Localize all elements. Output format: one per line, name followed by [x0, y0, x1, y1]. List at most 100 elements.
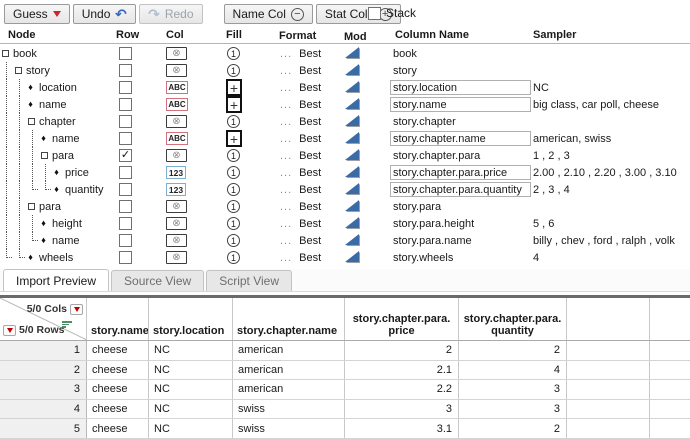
- column-name-input[interactable]: [390, 131, 531, 146]
- row-number[interactable]: 4: [0, 400, 87, 419]
- col-header-story-chapter-name[interactable]: story.chapter.name: [233, 298, 345, 340]
- col-type-icon[interactable]: [166, 234, 187, 247]
- col-type-icon[interactable]: [166, 200, 187, 213]
- fill-icon[interactable]: [227, 115, 240, 128]
- col-type-icon[interactable]: [166, 64, 187, 77]
- tree-node-cell[interactable]: wheels: [0, 249, 113, 266]
- tree-node-cell[interactable]: story: [0, 62, 113, 79]
- row-checkbox[interactable]: [119, 81, 132, 94]
- tree-node-cell[interactable]: chapter: [0, 113, 113, 130]
- col-type-icon[interactable]: [166, 98, 188, 111]
- modeling-type-icon[interactable]: [345, 64, 359, 75]
- row-checkbox[interactable]: [119, 98, 132, 111]
- format-options-button[interactable]: ...: [280, 48, 292, 60]
- format-options-button[interactable]: ...: [280, 65, 292, 77]
- row-number[interactable]: 3: [0, 380, 87, 399]
- tree-node-cell[interactable]: para: [0, 198, 113, 215]
- row-checkbox[interactable]: [119, 183, 132, 196]
- fill-icon[interactable]: [227, 64, 240, 77]
- tree-node-cell[interactable]: name: [0, 96, 113, 113]
- modeling-type-icon[interactable]: [345, 81, 359, 92]
- tree-node-cell[interactable]: height: [0, 215, 113, 232]
- columns-menu-button[interactable]: [70, 304, 83, 315]
- row-number[interactable]: 2: [0, 361, 87, 380]
- fill-icon[interactable]: [227, 149, 240, 162]
- fill-icon[interactable]: [226, 130, 242, 147]
- row-checkbox[interactable]: [119, 234, 132, 247]
- tab-script-view[interactable]: Script View: [206, 270, 292, 291]
- modeling-type-icon[interactable]: [345, 132, 359, 143]
- fill-icon[interactable]: [227, 183, 240, 196]
- fill-icon[interactable]: [226, 79, 242, 96]
- col-type-icon[interactable]: [166, 217, 187, 230]
- tab-import-preview[interactable]: Import Preview: [3, 269, 109, 291]
- tree-node-cell[interactable]: price: [0, 164, 113, 181]
- col-type-icon[interactable]: [166, 149, 187, 162]
- row-checkbox[interactable]: [119, 166, 132, 179]
- format-options-button[interactable]: ...: [280, 218, 292, 230]
- col-header-story-name[interactable]: story.name: [87, 298, 149, 340]
- format-options-button[interactable]: ...: [280, 82, 292, 94]
- col-header-price[interactable]: story.chapter.para. price: [345, 298, 459, 340]
- row-checkbox[interactable]: [119, 217, 132, 230]
- modeling-type-icon[interactable]: [345, 166, 359, 177]
- modeling-type-icon[interactable]: [345, 47, 359, 58]
- format-options-button[interactable]: ...: [280, 167, 292, 179]
- format-options-button[interactable]: ...: [280, 150, 292, 162]
- modeling-type-icon[interactable]: [345, 251, 359, 262]
- modeling-type-icon[interactable]: [345, 149, 359, 160]
- col-type-icon[interactable]: [166, 132, 188, 145]
- modeling-type-icon[interactable]: [345, 115, 359, 126]
- redo-button[interactable]: ↷ Redo: [139, 4, 202, 24]
- col-type-icon[interactable]: [166, 183, 186, 196]
- row-checkbox[interactable]: [119, 149, 132, 162]
- modeling-type-icon[interactable]: [345, 200, 359, 211]
- format-options-button[interactable]: ...: [280, 252, 292, 264]
- format-options-button[interactable]: ...: [280, 99, 292, 111]
- modeling-type-icon[interactable]: [345, 183, 359, 194]
- column-name-input[interactable]: [390, 165, 531, 180]
- tree-node-cell[interactable]: location: [0, 79, 113, 96]
- modeling-type-icon[interactable]: [345, 234, 359, 245]
- guess-button[interactable]: Guess: [4, 4, 70, 24]
- rows-menu-button[interactable]: [3, 325, 16, 336]
- tree-node-cell[interactable]: name: [0, 130, 113, 147]
- col-type-icon[interactable]: [166, 81, 188, 94]
- tree-node-cell[interactable]: book: [0, 45, 113, 62]
- col-type-icon[interactable]: [166, 166, 186, 179]
- col-type-icon[interactable]: [166, 47, 187, 60]
- stack-checkbox[interactable]: [368, 7, 381, 20]
- format-options-button[interactable]: ...: [280, 235, 292, 247]
- format-options-button[interactable]: ...: [280, 184, 292, 196]
- column-name-input[interactable]: [390, 182, 531, 197]
- col-header-quantity[interactable]: story.chapter.para. quantity: [459, 298, 567, 340]
- tab-source-view[interactable]: Source View: [111, 270, 204, 291]
- modeling-type-icon[interactable]: [345, 217, 359, 228]
- row-number[interactable]: 1: [0, 341, 87, 360]
- col-type-icon[interactable]: [166, 251, 187, 264]
- fill-icon[interactable]: [226, 96, 242, 113]
- col-type-icon[interactable]: [166, 115, 187, 128]
- undo-button[interactable]: Undo ↷: [73, 4, 136, 24]
- format-options-button[interactable]: ...: [280, 116, 292, 128]
- format-options-button[interactable]: ...: [280, 133, 292, 145]
- row-checkbox[interactable]: [119, 132, 132, 145]
- row-number[interactable]: 5: [0, 419, 87, 438]
- row-checkbox[interactable]: [119, 251, 132, 264]
- row-checkbox[interactable]: [119, 115, 132, 128]
- column-name-input[interactable]: [390, 97, 531, 112]
- row-checkbox[interactable]: [119, 200, 132, 213]
- modeling-type-icon[interactable]: [345, 98, 359, 109]
- fill-icon[interactable]: [227, 234, 240, 247]
- tree-node-cell[interactable]: name: [0, 232, 113, 249]
- tree-node-cell[interactable]: quantity: [0, 181, 113, 198]
- row-checkbox[interactable]: [119, 64, 132, 77]
- tree-node-cell[interactable]: para: [0, 147, 113, 164]
- row-checkbox[interactable]: [119, 47, 132, 60]
- fill-icon[interactable]: [227, 166, 240, 179]
- fill-icon[interactable]: [227, 47, 240, 60]
- fill-icon[interactable]: [227, 200, 240, 213]
- col-header-story-location[interactable]: story.location: [149, 298, 233, 340]
- name-col-button[interactable]: Name Col −: [224, 4, 313, 24]
- column-name-input[interactable]: [390, 80, 531, 95]
